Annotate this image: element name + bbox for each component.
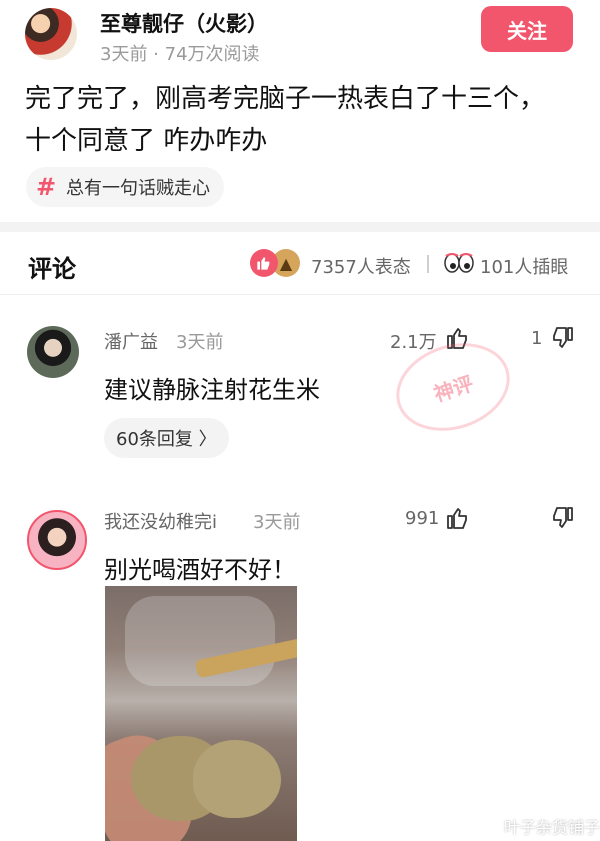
thumbs-up-icon[interactable] bbox=[446, 506, 470, 530]
thumbs-down-icon[interactable] bbox=[550, 506, 574, 530]
comments-title: 评论 bbox=[28, 255, 76, 283]
post-header: 至尊靓仔（火影） 3天前 · 74万次阅读 关注 bbox=[0, 0, 600, 70]
comment-item: 我还没幼稚完i 3天前 991 别光喝酒好不好！ bbox=[0, 492, 600, 841]
post-body-line: 完了完了，刚高考完脑子一热表白了十三个， bbox=[25, 84, 546, 114]
thumbs-up-icon bbox=[250, 249, 278, 277]
commenter-avatar[interactable] bbox=[27, 510, 87, 570]
photo-peanut bbox=[193, 740, 281, 818]
comment-text: 建议静脉注射花生米 bbox=[104, 376, 320, 404]
reactions-count[interactable]: 7357人表态 bbox=[311, 253, 411, 279]
topic-label: 总有一句话贼走心 bbox=[66, 178, 210, 199]
replies-label: 60条回复 〉 bbox=[116, 429, 217, 450]
watermark: 叶子杂货铺子 bbox=[504, 818, 600, 837]
comments-header: 评论 ▲ 7357人表态 101人插眼 bbox=[0, 232, 600, 295]
reaction-icons[interactable]: ▲ bbox=[250, 249, 300, 277]
comment-time: 3天前 bbox=[253, 512, 301, 533]
post-body-line: 十个同意了 咋办咋办 bbox=[25, 126, 268, 156]
comment-photo[interactable] bbox=[105, 586, 297, 841]
topic-tag[interactable]: # 总有一句话贼走心 bbox=[26, 167, 224, 207]
comment-item: 潘广益 3天前 2.1万 1 建议静脉注射花生米 bbox=[0, 312, 600, 462]
like-count: 991 bbox=[405, 508, 440, 529]
thumbs-down-icon[interactable] bbox=[550, 326, 574, 350]
eyes-count[interactable]: 101人插眼 bbox=[480, 253, 568, 279]
replies-button[interactable]: 60条回复 〉 bbox=[104, 418, 229, 458]
section-divider bbox=[0, 222, 600, 232]
divider bbox=[427, 255, 429, 273]
comment-time: 3天前 bbox=[176, 332, 224, 353]
commenter-name[interactable]: 潘广益 bbox=[104, 328, 158, 354]
post-meta: 3天前 · 74万次阅读 bbox=[100, 44, 260, 65]
post-body: 完了完了，刚高考完脑子一热表白了十三个， 十个同意了 咋办咋办 bbox=[25, 78, 565, 162]
hashtag-icon: # bbox=[36, 173, 57, 201]
author-avatar[interactable] bbox=[25, 8, 77, 60]
author-name[interactable]: 至尊靓仔（火影） bbox=[100, 8, 268, 38]
commenter-avatar[interactable] bbox=[27, 326, 79, 378]
dislike-count: 1 bbox=[531, 328, 543, 349]
follow-button[interactable]: 关注 bbox=[481, 6, 573, 52]
comment-text: 别光喝酒好不好！ bbox=[104, 556, 296, 584]
eyes-icon bbox=[444, 253, 474, 273]
commenter-name[interactable]: 我还没幼稚完i bbox=[104, 508, 217, 534]
